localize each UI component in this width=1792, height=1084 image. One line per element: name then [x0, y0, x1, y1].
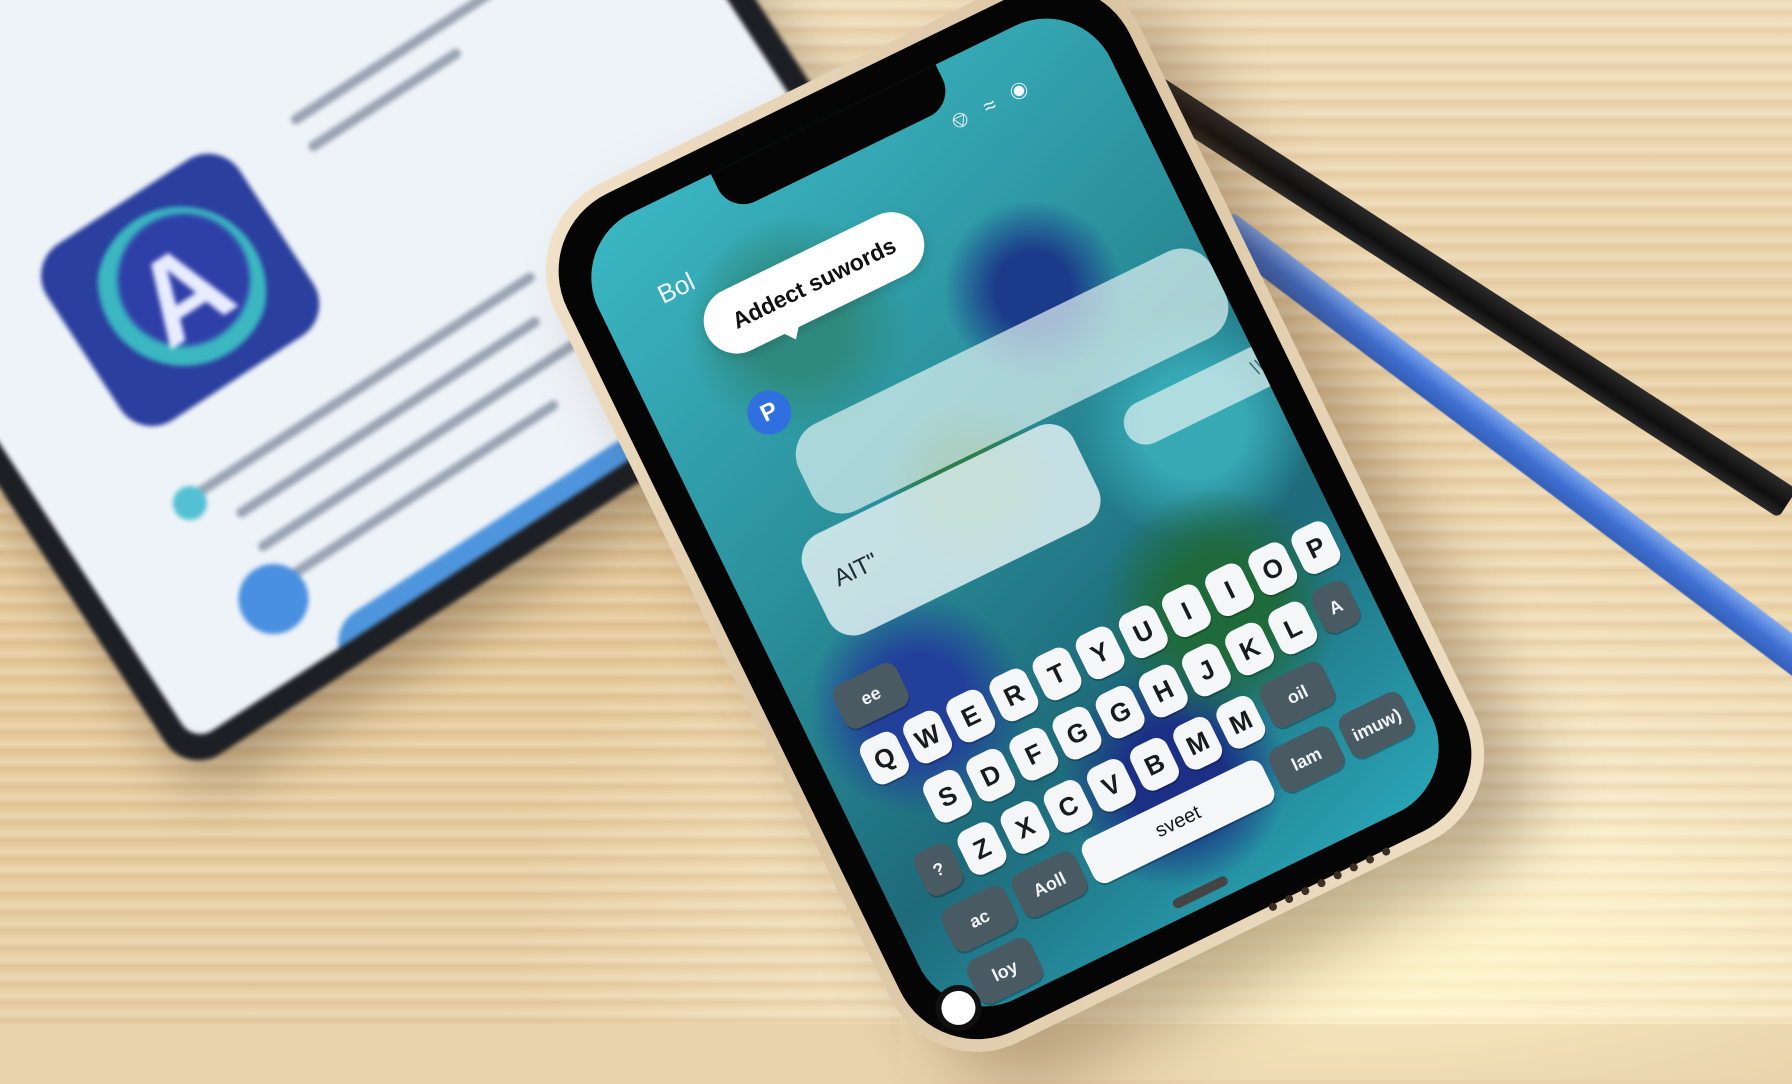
chat-bubble: Addect suwords: [692, 201, 936, 365]
input-text: AIT": [829, 547, 883, 593]
app-badge[interactable]: P: [739, 383, 799, 442]
key-lam[interactable]: lam: [1264, 722, 1349, 797]
tablet-text-line: [289, 0, 496, 127]
app-logo: A: [26, 139, 334, 441]
status-label: Bol: [652, 266, 700, 310]
key-globe[interactable]: Aoll: [1007, 847, 1092, 922]
key-shift[interactable]: A: [1307, 576, 1365, 638]
key-p[interactable]: P: [1287, 517, 1345, 579]
key-return[interactable]: imuw): [1334, 688, 1419, 762]
tablet-text-line: [277, 398, 561, 587]
tablet-text-line: [256, 326, 598, 554]
key-emoji[interactable]: ee: [828, 658, 913, 733]
status-icons: ⎊≈◉: [947, 68, 1049, 136]
key-backspace[interactable]: oil: [1255, 657, 1340, 732]
